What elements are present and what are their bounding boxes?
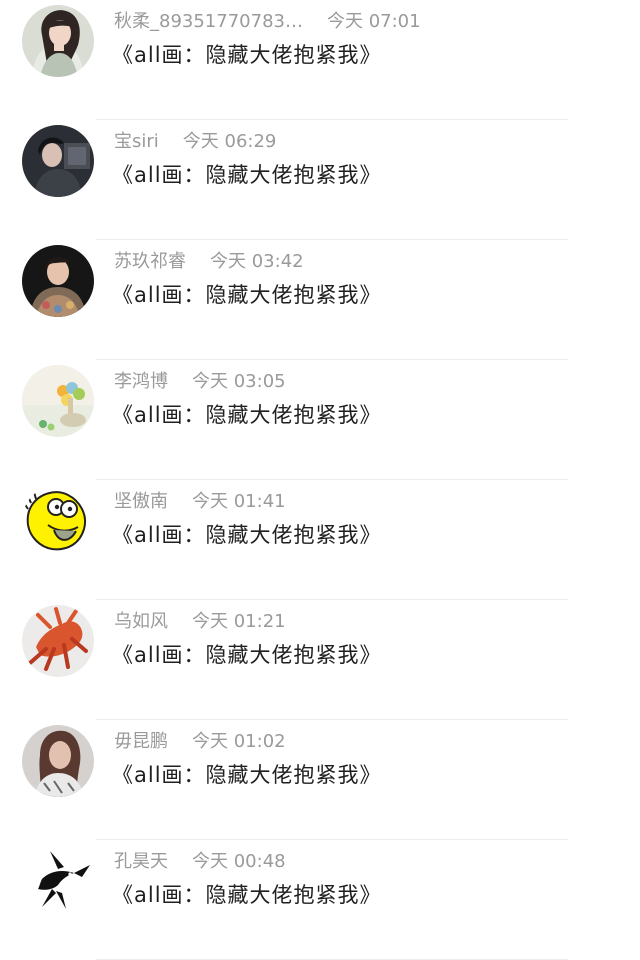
username[interactable]: 宝siri (114, 131, 159, 152)
comment-text: 《all画：隐藏大佬抱紧我》 (112, 643, 382, 667)
comment-meta: 乌如风 今天 01:21 (114, 610, 286, 634)
comment-text: 《all画：隐藏大佬抱紧我》 (112, 883, 382, 907)
comment-meta: 毋昆鹏 今天 01:02 (114, 730, 286, 754)
comment-item[interactable]: 苏玖祁睿 今天 03:42 《all画：隐藏大佬抱紧我》 (0, 240, 640, 360)
username[interactable]: 坚傲南 (114, 491, 168, 512)
comment-text: 《all画：隐藏大佬抱紧我》 (112, 43, 382, 67)
timestamp: 今天 07:01 (326, 11, 421, 32)
comment-meta: 宝siri 今天 06:29 (114, 130, 276, 154)
cartoon-face-icon[interactable] (22, 485, 94, 557)
comment-meta: 苏玖祁睿 今天 03:42 (114, 250, 304, 274)
comment-text: 《all画：隐藏大佬抱紧我》 (112, 763, 382, 787)
comment-list: 秋柔_89351770783… 今天 07:01 《all画：隐藏大佬抱紧我》 宝… (0, 0, 640, 960)
username[interactable]: 毋昆鹏 (114, 731, 168, 752)
comment-meta: 坚傲南 今天 01:41 (114, 490, 286, 514)
girl-portrait-icon[interactable] (22, 5, 94, 77)
woman-portrait-icon[interactable] (22, 725, 94, 797)
username[interactable]: 李鸿博 (114, 371, 168, 392)
comment-item[interactable]: 宝siri 今天 06:29 《all画：隐藏大佬抱紧我》 (0, 120, 640, 240)
swallow-icon[interactable] (22, 845, 94, 917)
comment-text: 《all画：隐藏大佬抱紧我》 (112, 523, 382, 547)
comment-item[interactable]: 秋柔_89351770783… 今天 07:01 《all画：隐藏大佬抱紧我》 (0, 0, 640, 120)
flower-icon[interactable] (22, 605, 94, 677)
comment-item[interactable]: 毋昆鹏 今天 01:02 《all画：隐藏大佬抱紧我》 (0, 720, 640, 840)
comment-meta: 李鸿博 今天 03:05 (114, 370, 286, 394)
timestamp: 今天 06:29 (182, 131, 277, 152)
timestamp: 今天 00:48 (192, 851, 286, 872)
comment-item[interactable]: 孔昊天 今天 00:48 《all画：隐藏大佬抱紧我》 (0, 840, 640, 960)
timestamp: 今天 01:41 (192, 491, 286, 512)
comment-meta: 秋柔_89351770783… 今天 07:01 (114, 10, 421, 34)
timestamp: 今天 01:02 (192, 731, 286, 752)
boy-portrait-icon[interactable] (22, 125, 94, 197)
candy-icon[interactable] (22, 365, 94, 437)
comment-item[interactable]: 李鸿博 今天 03:05 《all画：隐藏大佬抱紧我》 (0, 360, 640, 480)
comment-meta: 孔昊天 今天 00:48 (114, 850, 286, 874)
comment-text: 《all画：隐藏大佬抱紧我》 (112, 283, 382, 307)
comment-text: 《all画：隐藏大佬抱紧我》 (112, 403, 382, 427)
username[interactable]: 乌如风 (114, 611, 168, 632)
timestamp: 今天 03:42 (210, 251, 304, 272)
comment-text: 《all画：隐藏大佬抱紧我》 (112, 163, 382, 187)
comment-item[interactable]: 坚傲南 今天 01:41 《all画：隐藏大佬抱紧我》 (0, 480, 640, 600)
username[interactable]: 秋柔_89351770783… (114, 11, 303, 32)
man-portrait-icon[interactable] (22, 245, 94, 317)
comment-item[interactable]: 乌如风 今天 01:21 《all画：隐藏大佬抱紧我》 (0, 600, 640, 720)
timestamp: 今天 01:21 (192, 611, 286, 632)
username[interactable]: 孔昊天 (114, 851, 168, 872)
username[interactable]: 苏玖祁睿 (114, 251, 186, 272)
timestamp: 今天 03:05 (192, 371, 286, 392)
